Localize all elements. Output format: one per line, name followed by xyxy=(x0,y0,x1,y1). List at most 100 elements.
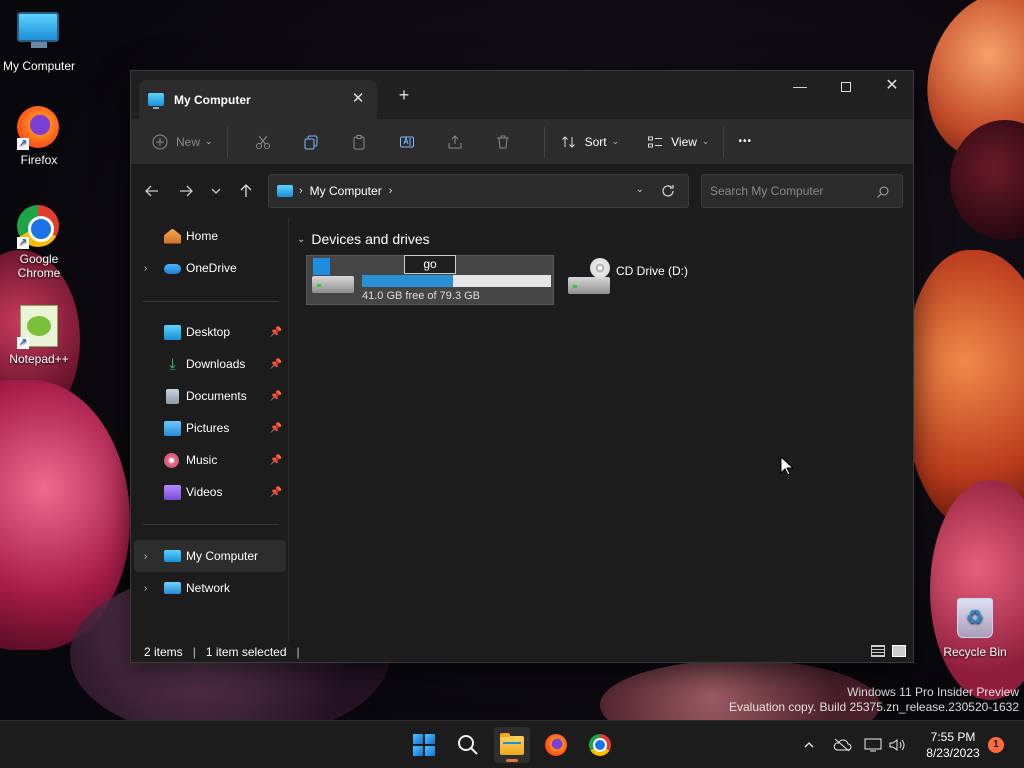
breadcrumb-my-computer[interactable]: My Computer xyxy=(310,184,382,198)
onedrive-tray-button[interactable] xyxy=(830,721,854,768)
sidebar-item-documents[interactable]: Documents 📌 xyxy=(134,380,286,412)
title-bar[interactable]: My Computer ✕ + — ✕ xyxy=(131,71,913,119)
show-hidden-icons-button[interactable] xyxy=(800,721,818,768)
tiles-view-button[interactable] xyxy=(892,645,906,657)
sidebar-item-my-computer[interactable]: › My Computer xyxy=(134,540,286,572)
file-list-pane[interactable]: ⌄ Devices and drives go 41.0 GB free of … xyxy=(290,218,913,641)
home-icon xyxy=(164,228,181,244)
sidebar-item-label: Documents xyxy=(186,389,247,403)
new-tab-button[interactable]: + xyxy=(393,84,415,106)
pin-icon[interactable]: 📌 xyxy=(270,487,282,498)
rename-input[interactable]: go xyxy=(404,255,456,274)
clock[interactable]: 7:55 PM 8/23/2023 xyxy=(918,729,988,761)
breadcrumb-separator: › xyxy=(299,185,303,197)
cloud-offline-icon xyxy=(833,738,852,752)
sidebar-item-label: Network xyxy=(186,581,231,595)
pin-icon[interactable]: 📌 xyxy=(270,359,282,370)
cd-drive-icon xyxy=(568,258,610,294)
chevron-right-icon[interactable]: › xyxy=(144,583,147,594)
view-button[interactable]: View ⌄ xyxy=(645,132,709,152)
rename-button[interactable] xyxy=(386,132,434,152)
pin-icon[interactable]: 📌 xyxy=(270,423,282,434)
search-input[interactable] xyxy=(710,184,870,198)
more-options-button[interactable]: ••• xyxy=(738,136,752,147)
pin-icon[interactable]: 📌 xyxy=(270,391,282,402)
sidebar-item-pictures[interactable]: Pictures 📌 xyxy=(134,412,286,444)
volume-tray-button[interactable] xyxy=(886,721,908,768)
cut-icon xyxy=(253,132,273,152)
network-monitor-icon xyxy=(864,738,882,752)
start-button[interactable] xyxy=(406,727,442,763)
address-history-dropdown[interactable]: ⌄ xyxy=(636,184,644,195)
sidebar-item-desktop[interactable]: Desktop 📌 xyxy=(134,316,286,348)
taskbar-file-explorer[interactable] xyxy=(494,727,530,763)
details-view-button[interactable] xyxy=(871,645,885,657)
chevron-down-icon: ⌄ xyxy=(701,136,710,146)
music-icon xyxy=(164,452,179,468)
chevron-down-icon: ⌄ xyxy=(297,233,306,245)
sidebar-item-label: My Computer xyxy=(186,549,259,563)
file-explorer-window[interactable]: My Computer ✕ + — ✕ New ⌄ Sort ⌄ View ⌄ … xyxy=(130,70,914,663)
delete-button[interactable] xyxy=(482,132,530,152)
maximize-button[interactable] xyxy=(823,71,869,101)
sidebar-item-label: OneDrive xyxy=(186,261,237,275)
copy-button[interactable] xyxy=(290,132,338,152)
shortcut-arrow-icon: ↗ xyxy=(17,138,29,150)
network-tray-button[interactable] xyxy=(862,721,884,768)
sidebar-item-videos[interactable]: Videos 📌 xyxy=(134,476,286,508)
chrome-icon xyxy=(589,734,611,756)
tab-close-button[interactable]: ✕ xyxy=(347,88,369,110)
back-button[interactable] xyxy=(139,178,165,204)
search-button[interactable] xyxy=(450,727,486,763)
up-button[interactable] xyxy=(233,178,259,204)
sidebar-item-onedrive[interactable]: › OneDrive xyxy=(134,252,286,284)
tab-my-computer[interactable]: My Computer ✕ xyxy=(139,80,377,119)
os-watermark: Windows 11 Pro Insider Preview Evaluatio… xyxy=(729,685,1019,715)
refresh-icon[interactable] xyxy=(658,181,678,201)
notification-badge[interactable]: 1 xyxy=(988,737,1004,753)
group-header-devices[interactable]: ⌄ Devices and drives xyxy=(297,231,430,247)
chevron-right-icon[interactable]: › xyxy=(144,551,147,562)
pin-icon[interactable]: 📌 xyxy=(270,327,282,338)
drive-tile-cd[interactable]: CD Drive (D:) xyxy=(563,255,703,305)
pin-icon[interactable]: 📌 xyxy=(270,455,282,466)
sidebar-item-music[interactable]: Music 📌 xyxy=(134,444,286,476)
cut-button[interactable] xyxy=(242,132,290,152)
taskbar-firefox[interactable] xyxy=(538,727,574,763)
desktop-icon xyxy=(164,324,181,340)
search-box[interactable] xyxy=(701,174,903,208)
chevron-down-icon: ⌄ xyxy=(611,136,620,146)
sidebar-item-downloads[interactable]: ⤓ Downloads 📌 xyxy=(134,348,286,380)
address-bar[interactable]: › My Computer › ⌄ xyxy=(268,174,689,208)
firefox-icon xyxy=(545,734,567,756)
recent-locations-button[interactable] xyxy=(203,178,229,204)
minimize-button[interactable]: — xyxy=(777,71,823,101)
breadcrumb-separator[interactable]: › xyxy=(389,185,393,197)
desktop-icon-label: Google Chrome xyxy=(17,252,61,280)
desktop-icon-chrome[interactable]: ↗ Google Chrome xyxy=(0,205,78,280)
sort-button-label: Sort xyxy=(584,134,607,149)
chevron-right-icon[interactable]: › xyxy=(144,263,147,274)
desktop-icon-firefox[interactable]: ↗ Firefox xyxy=(0,106,78,167)
desktop-icon-recycle-bin[interactable]: ♻ Recycle Bin xyxy=(936,598,1014,659)
firefox-icon: ↗ xyxy=(17,106,61,150)
status-separator: | xyxy=(192,645,196,659)
sidebar-item-home[interactable]: Home xyxy=(134,220,286,252)
sidebar-item-label: Music xyxy=(186,453,218,467)
forward-button[interactable] xyxy=(173,178,199,204)
new-button[interactable]: New ⌄ xyxy=(150,132,213,152)
share-button[interactable] xyxy=(434,132,482,152)
computer-icon xyxy=(277,185,293,197)
taskbar-chrome[interactable] xyxy=(582,727,618,763)
command-bar: New ⌄ Sort ⌄ View ⌄ ••• xyxy=(131,119,913,164)
watermark-line: Evaluation copy. Build 25375.zn_release.… xyxy=(729,700,1019,714)
desktop-icon-notepadpp[interactable]: ↗ Notepad++ xyxy=(0,305,78,366)
hard-drive-icon xyxy=(312,257,354,293)
desktop-icon-my-computer[interactable]: My Computer xyxy=(0,10,78,73)
documents-icon xyxy=(166,388,179,404)
sort-button[interactable]: Sort ⌄ xyxy=(559,132,620,152)
drive-tile-local-disk[interactable]: go 41.0 GB free of 79.3 GB xyxy=(306,255,554,305)
close-button[interactable]: ✕ xyxy=(869,71,915,101)
paste-button[interactable] xyxy=(338,132,386,152)
sidebar-item-network[interactable]: › Network xyxy=(134,572,286,604)
